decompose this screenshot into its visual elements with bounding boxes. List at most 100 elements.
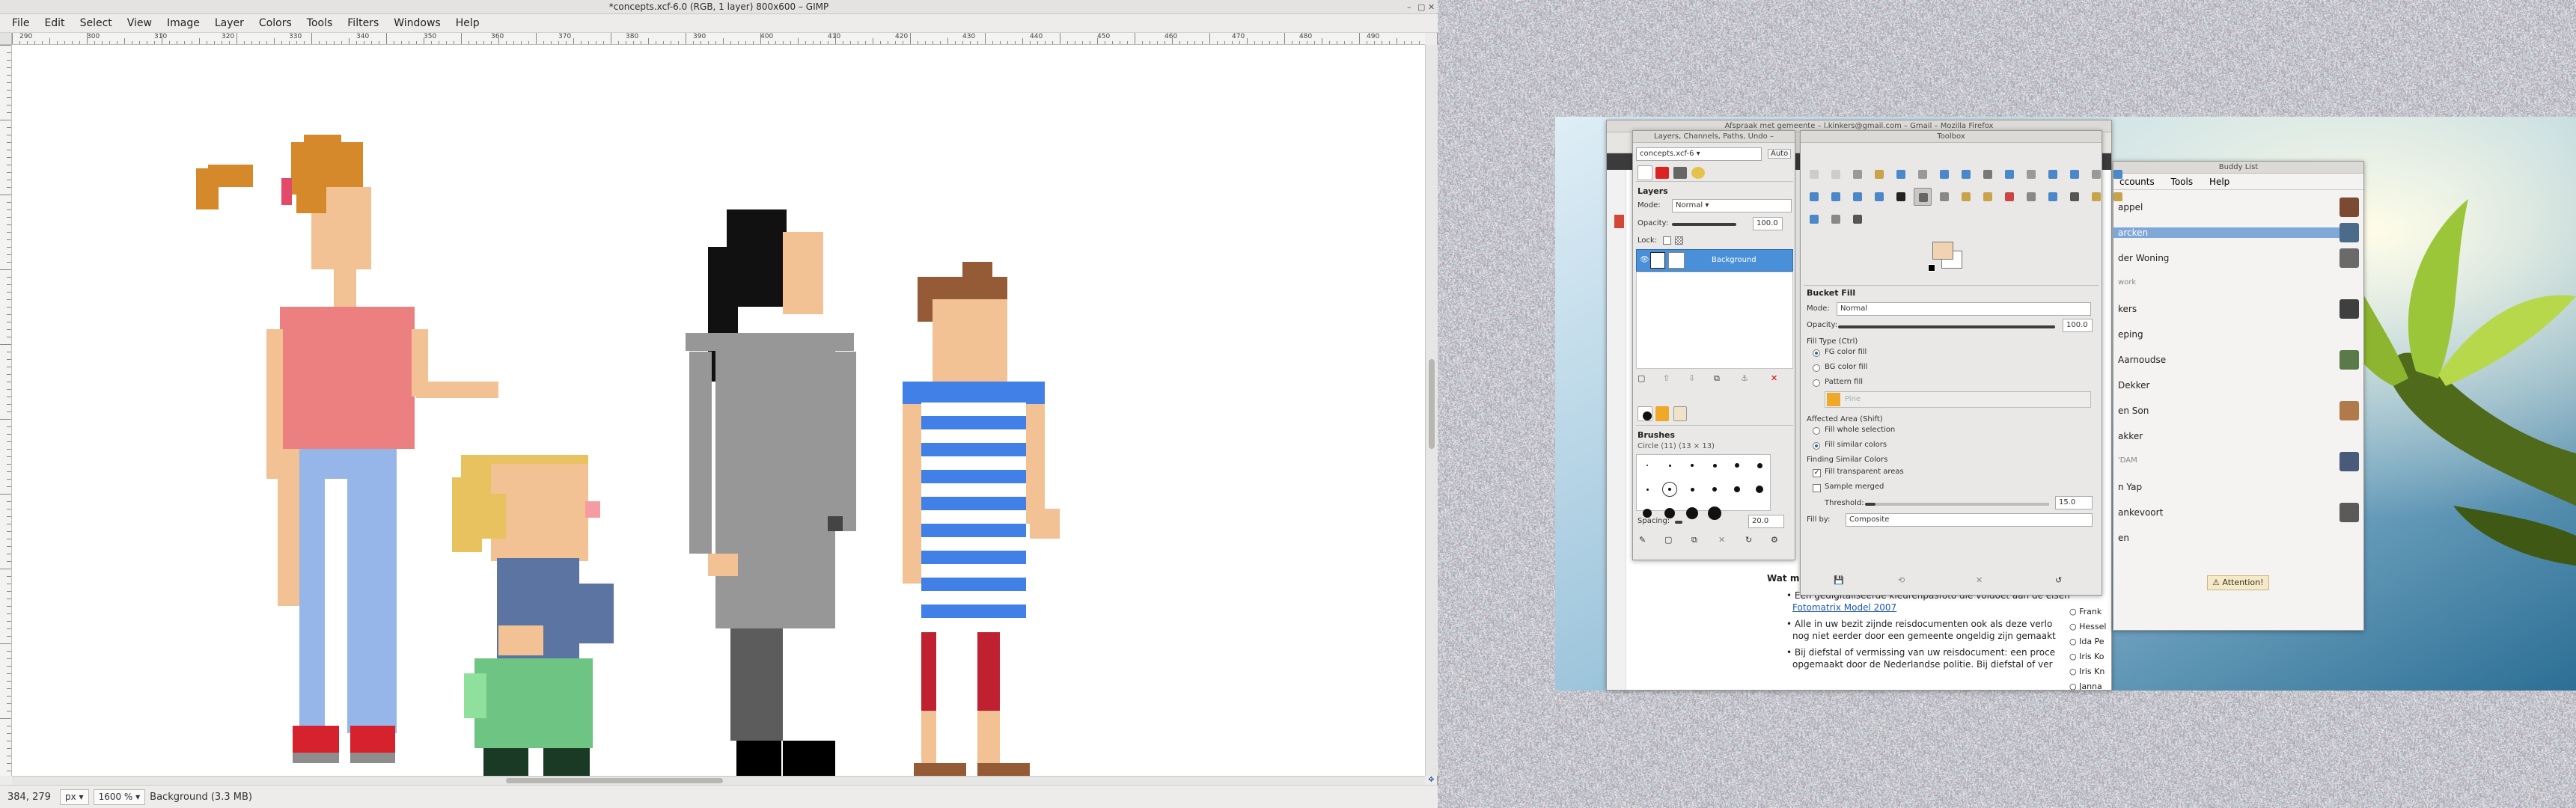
- opacity-slider[interactable]: [1672, 223, 1736, 226]
- ellipse-select-icon[interactable]: [1827, 165, 1845, 183]
- menu-colors[interactable]: Colors: [251, 14, 299, 33]
- menu-view[interactable]: View: [120, 14, 159, 33]
- eraser-icon[interactable]: [2000, 188, 2018, 206]
- align-icon[interactable]: [2066, 165, 2084, 183]
- chat-contact[interactable]: ○ Ida Pe: [2069, 637, 2105, 646]
- smudge-icon[interactable]: [1827, 210, 1845, 228]
- channels-tab[interactable]: [1655, 167, 1669, 179]
- edit-brush-icon[interactable]: ✎: [1639, 535, 1646, 545]
- brush-swatch[interactable]: [1735, 463, 1739, 468]
- buddy-entry[interactable]: 'DAM: [2118, 456, 2137, 465]
- image-canvas[interactable]: [12, 45, 1425, 776]
- menu-windows[interactable]: Windows: [386, 14, 448, 33]
- heal-icon[interactable]: [2087, 188, 2105, 206]
- scissors-icon[interactable]: [1914, 165, 1932, 183]
- horizontal-scrollbar[interactable]: [12, 776, 1425, 785]
- brush-swatch[interactable]: [1712, 463, 1717, 468]
- buddy-entry[interactable]: en Son: [2118, 405, 2149, 416]
- buddy-menu-help[interactable]: Help: [2209, 177, 2229, 187]
- clone-icon[interactable]: [2066, 188, 2084, 206]
- gradients-tab[interactable]: [1673, 406, 1687, 421]
- lock-pixels-checkbox[interactable]: [1663, 236, 1671, 245]
- bg-fill-radio[interactable]: [1813, 364, 1820, 372]
- buddy-entry[interactable]: kers: [2118, 304, 2137, 314]
- menu-file[interactable]: File: [4, 14, 37, 33]
- buddy-entry[interactable]: eping: [2118, 329, 2143, 340]
- foreground-select-icon[interactable]: [1935, 165, 1953, 183]
- brush-swatch[interactable]: [1646, 465, 1648, 466]
- menu-select[interactable]: Select: [73, 14, 120, 33]
- pattern-select[interactable]: Pine: [1825, 391, 2091, 408]
- layers-tab[interactable]: [1638, 165, 1652, 180]
- buddy-menu-tools[interactable]: Tools: [2171, 177, 2194, 187]
- free-select-icon[interactable]: [1849, 165, 1867, 183]
- auto-button[interactable]: Auto: [1768, 149, 1792, 159]
- zoom-icon[interactable]: [2000, 165, 2018, 183]
- threshold-slider[interactable]: [1865, 503, 1875, 506]
- buddy-entry[interactable]: en: [2118, 533, 2129, 543]
- color-selector[interactable]: [1928, 240, 1967, 273]
- maximize-icon[interactable]: ▢: [1417, 2, 1425, 12]
- chat-contact[interactable]: ○ Janna: [2069, 682, 2102, 690]
- chat-contact[interactable]: ○ Iris Ko: [2069, 652, 2105, 661]
- text-icon[interactable]: [1892, 188, 1910, 206]
- layer-name[interactable]: Background: [1712, 256, 1756, 264]
- buddy-entry[interactable]: akker: [2118, 431, 2143, 441]
- perspective-icon[interactable]: [1849, 188, 1867, 206]
- lower-layer-icon[interactable]: ⇩: [1688, 373, 1695, 383]
- scroll-thumb[interactable]: [506, 778, 723, 783]
- layer-mode-select[interactable]: Normal ▾: [1672, 199, 1792, 212]
- layer-row[interactable]: 👁 Background: [1636, 249, 1793, 272]
- delete-options-icon[interactable]: ✕: [1976, 575, 1983, 585]
- patterns-tab[interactable]: [1655, 406, 1669, 421]
- horizontal-ruler[interactable]: 290 300 310 320 330 340 350 360 370 380 390 400 410 4…: [12, 33, 1425, 45]
- brush-swatch[interactable]: [1708, 506, 1721, 520]
- menu-image[interactable]: Image: [159, 14, 207, 33]
- default-colors-icon[interactable]: [1928, 264, 1935, 272]
- fill-transparent-checkbox[interactable]: ✓: [1813, 469, 1821, 477]
- new-layer-icon[interactable]: ▢: [1638, 373, 1645, 383]
- anchor-layer-icon[interactable]: ⚓: [1741, 373, 1748, 383]
- new-brush-icon[interactable]: ▢: [1664, 535, 1672, 545]
- brush-swatch[interactable]: [1712, 487, 1717, 492]
- save-options-icon[interactable]: 💾: [1834, 575, 1844, 585]
- buddy-entry[interactable]: Dekker: [2118, 380, 2149, 391]
- brush-swatch[interactable]: [1662, 482, 1677, 497]
- menu-edit[interactable]: Edit: [37, 14, 72, 33]
- fg-fill-radio[interactable]: [1813, 349, 1820, 357]
- lock-alpha-checkbox[interactable]: [1675, 236, 1683, 245]
- menu-filters[interactable]: Filters: [340, 14, 386, 33]
- paths-icon[interactable]: [1957, 165, 1975, 183]
- perspective-clone-icon[interactable]: [2109, 188, 2127, 206]
- scale-icon[interactable]: [1805, 188, 1823, 206]
- fill-mode-select[interactable]: Normal: [1837, 302, 2091, 316]
- restore-options-icon[interactable]: ⟲: [1898, 575, 1905, 585]
- buddy-entry[interactable]: Aarnoudse: [2118, 355, 2166, 365]
- spacing-slider[interactable]: [1675, 521, 1682, 524]
- brush-swatch[interactable]: [1756, 486, 1763, 493]
- chat-contact[interactable]: ○ Hessel: [2069, 622, 2106, 631]
- chat-contact[interactable]: ○ Frank: [2069, 607, 2102, 616]
- move-icon[interactable]: [2044, 165, 2062, 183]
- fuzzy-select-icon[interactable]: [1870, 165, 1888, 183]
- zoom-select[interactable]: 1600 % ▾: [93, 789, 146, 805]
- reset-options-icon[interactable]: ↺: [2055, 575, 2062, 585]
- unit-select[interactable]: px ▾: [60, 789, 89, 805]
- opacity-field[interactable]: 100.0: [1753, 217, 1783, 230]
- brushes-tab[interactable]: [1638, 406, 1652, 421]
- airbrush-icon[interactable]: [2022, 188, 2040, 206]
- threshold-field[interactable]: 15.0: [2055, 496, 2093, 509]
- pattern-fill-radio[interactable]: [1813, 379, 1820, 387]
- buddy-entry[interactable]: work: [2118, 278, 2136, 287]
- fill-similar-radio[interactable]: [1813, 442, 1820, 450]
- bucket-fill-icon[interactable]: [1914, 188, 1932, 206]
- delete-brush-icon[interactable]: ✕: [1718, 535, 1725, 545]
- menu-tools[interactable]: Tools: [299, 14, 341, 33]
- brush-swatch[interactable]: [1686, 507, 1698, 519]
- fill-by-select[interactable]: Composite: [1846, 513, 2093, 527]
- compose-button[interactable]: [1614, 215, 1624, 228]
- brush-swatch[interactable]: [1690, 487, 1694, 492]
- navigate-icon[interactable]: ✥: [1425, 776, 1438, 785]
- buddy-entry[interactable]: arcken: [2113, 227, 2353, 238]
- crop-icon[interactable]: [2087, 165, 2105, 183]
